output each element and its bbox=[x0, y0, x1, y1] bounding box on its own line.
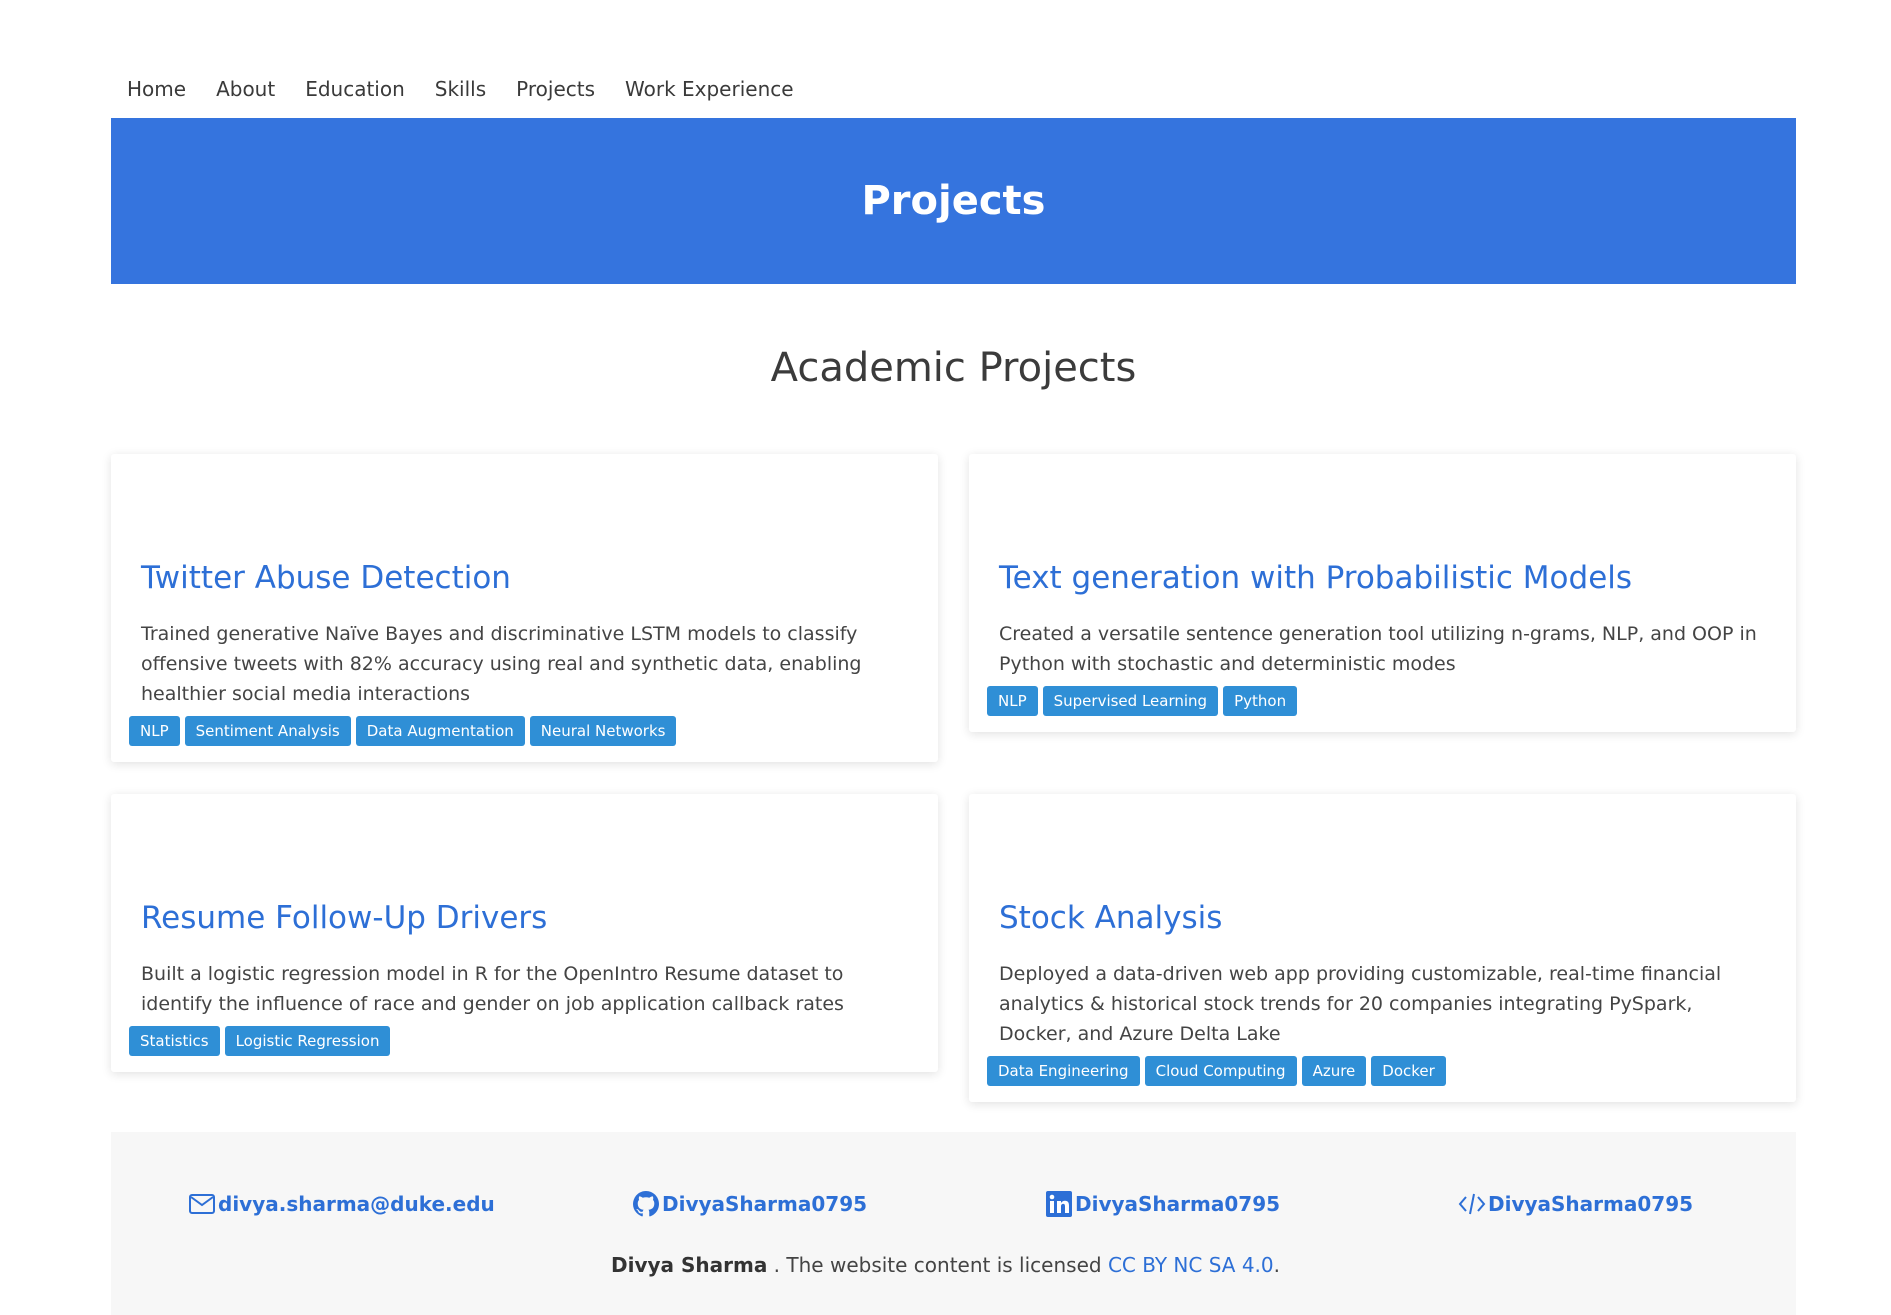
top-nav: Home About Education Skills Projects Wor… bbox=[111, 62, 1812, 116]
tag-statistics[interactable]: Statistics bbox=[129, 1026, 220, 1056]
nav-home[interactable]: Home bbox=[127, 77, 186, 101]
tag-supervised-learning[interactable]: Supervised Learning bbox=[1042, 686, 1219, 716]
author-name: Divya Sharma bbox=[611, 1253, 768, 1277]
code-link[interactable]: DivyaSharma0795 bbox=[1458, 1190, 1693, 1218]
footer bbox=[111, 1132, 1796, 1315]
license-end: . bbox=[1273, 1253, 1280, 1277]
linkedin-text: DivyaSharma0795 bbox=[1075, 1192, 1281, 1216]
project-description: Trained generative Naïve Bayes and discr… bbox=[141, 623, 862, 705]
tag-azure[interactable]: Azure bbox=[1301, 1056, 1367, 1086]
linkedin-icon bbox=[1045, 1190, 1073, 1218]
tag-list: Data Engineering Cloud Computing Azure D… bbox=[987, 1056, 1446, 1086]
tag-data-engineering[interactable]: Data Engineering bbox=[987, 1056, 1140, 1086]
project-card-stock-analysis: Stock Analysis Deployed a data-driven we… bbox=[969, 794, 1796, 1102]
project-title[interactable]: Twitter Abuse Detection bbox=[141, 560, 511, 596]
envelope-icon bbox=[188, 1190, 216, 1218]
tag-python[interactable]: Python bbox=[1223, 686, 1298, 716]
project-title[interactable]: Resume Follow-Up Drivers bbox=[141, 900, 547, 936]
tag-neural-networks[interactable]: Neural Networks bbox=[529, 716, 677, 746]
project-description: Deployed a data-driven web app providing… bbox=[999, 963, 1722, 1045]
linkedin-link[interactable]: DivyaSharma0795 bbox=[1045, 1190, 1280, 1218]
github-text: DivyaSharma0795 bbox=[662, 1192, 868, 1216]
section-title: Academic Projects bbox=[770, 345, 1137, 391]
tag-list: Statistics Logistic Regression bbox=[129, 1026, 391, 1056]
tag-cloud-computing[interactable]: Cloud Computing bbox=[1144, 1056, 1297, 1086]
tag-list: NLP Sentiment Analysis Data Augmentation… bbox=[129, 716, 677, 746]
nav-skills[interactable]: Skills bbox=[435, 77, 486, 101]
license-text: . The website content is licensed bbox=[767, 1253, 1108, 1277]
project-card-text-generation: Text generation with Probabilistic Model… bbox=[969, 454, 1796, 732]
github-link[interactable]: DivyaSharma0795 bbox=[632, 1190, 867, 1218]
github-icon bbox=[632, 1190, 660, 1218]
project-description: Created a versatile sentence generation … bbox=[999, 623, 1757, 675]
tag-logistic-regression[interactable]: Logistic Regression bbox=[224, 1026, 391, 1056]
project-card-twitter-abuse: Twitter Abuse Detection Trained generati… bbox=[111, 454, 938, 762]
project-title[interactable]: Text generation with Probabilistic Model… bbox=[999, 560, 1632, 596]
license-line: Divya Sharma . The website content is li… bbox=[0, 1253, 1891, 1277]
nav-about[interactable]: About bbox=[216, 77, 275, 101]
code-text: DivyaSharma0795 bbox=[1488, 1192, 1694, 1216]
page-banner: Projects bbox=[111, 118, 1796, 284]
project-description: Built a logistic regression model in R f… bbox=[141, 963, 844, 1015]
tag-list: NLP Supervised Learning Python bbox=[987, 686, 1298, 716]
code-icon bbox=[1458, 1190, 1486, 1218]
tag-nlp[interactable]: NLP bbox=[129, 716, 180, 746]
tag-docker[interactable]: Docker bbox=[1371, 1056, 1446, 1086]
page-title: Projects bbox=[861, 178, 1046, 224]
nav-education[interactable]: Education bbox=[305, 77, 405, 101]
project-card-resume-follow-up: Resume Follow-Up Drivers Built a logisti… bbox=[111, 794, 938, 1072]
nav-projects[interactable]: Projects bbox=[516, 77, 595, 101]
tag-data-augmentation[interactable]: Data Augmentation bbox=[355, 716, 525, 746]
email-text: divya.sharma@duke.edu bbox=[218, 1192, 495, 1216]
tag-nlp[interactable]: NLP bbox=[987, 686, 1038, 716]
project-title[interactable]: Stock Analysis bbox=[999, 900, 1222, 936]
nav-work-experience[interactable]: Work Experience bbox=[625, 77, 794, 101]
license-link[interactable]: CC BY NC SA 4.0 bbox=[1108, 1253, 1274, 1277]
tag-sentiment-analysis[interactable]: Sentiment Analysis bbox=[184, 716, 351, 746]
email-link[interactable]: divya.sharma@duke.edu bbox=[188, 1190, 495, 1218]
